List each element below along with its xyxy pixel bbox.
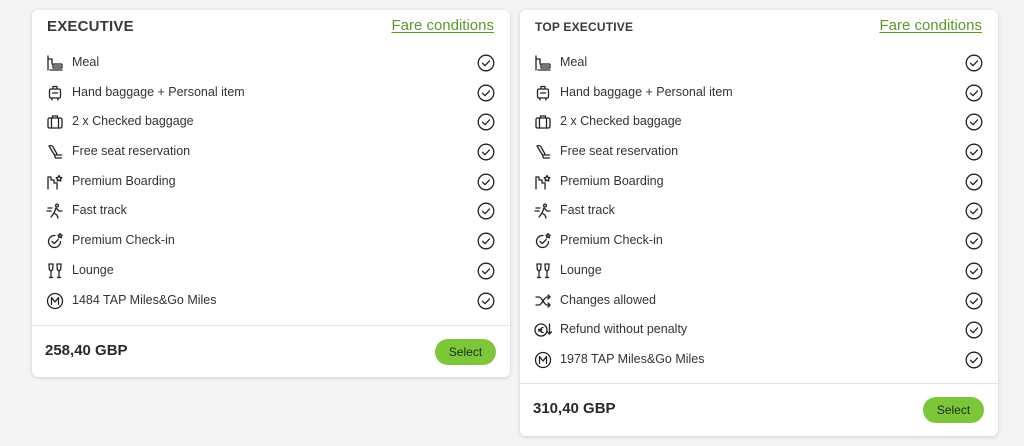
check-icon <box>965 113 983 131</box>
select-button[interactable]: Select <box>435 339 496 365</box>
feature-label: Fast track <box>72 203 127 218</box>
card-footer: 310,40 GBP Select <box>520 383 998 436</box>
feature-label: Changes allowed <box>560 292 656 307</box>
feature-item: Meal <box>32 48 510 78</box>
check-icon <box>477 262 495 280</box>
checked-baggage-icon <box>534 113 552 131</box>
feature-item: 1484 TAP Miles&Go Miles <box>32 286 510 316</box>
card-footer: 258,40 GBP Select <box>32 325 510 377</box>
fare-price: 258,40 GBP <box>45 342 128 359</box>
feature-label: Free seat reservation <box>72 144 191 159</box>
fare-price: 310,40 GBP <box>533 400 616 417</box>
seat-icon <box>534 143 552 161</box>
feature-item: Meal <box>520 48 998 78</box>
fast-track-icon <box>534 202 552 220</box>
feature-item: Lounge <box>520 256 998 286</box>
feature-label: 2 x Checked baggage <box>560 114 682 129</box>
check-icon <box>477 54 495 72</box>
fare-conditions-link[interactable]: Fare conditions <box>879 17 982 34</box>
feature-item: Lounge <box>32 256 510 286</box>
card-header: EXECUTIVE Fare conditions <box>32 10 510 48</box>
feature-item: Free seat reservation <box>32 137 510 167</box>
feature-item: Premium Boarding <box>32 167 510 197</box>
feature-item: Free seat reservation <box>520 137 998 167</box>
refund-icon <box>534 321 552 339</box>
feature-list: Meal Hand baggage + Personal item 2 x Chec… <box>520 48 998 375</box>
feature-label: 2 x Checked baggage <box>72 114 194 129</box>
check-icon <box>477 84 495 102</box>
fare-card-executive: EXECUTIVE Fare conditions Meal Hand bagga… <box>32 10 510 377</box>
premium-boarding-icon <box>46 173 64 191</box>
feature-label: 1484 TAP Miles&Go Miles <box>72 292 217 307</box>
miles-icon <box>46 292 64 310</box>
feature-label: Premium Check-in <box>560 233 663 248</box>
feature-item: Premium Boarding <box>520 167 998 197</box>
meal-icon <box>534 54 552 72</box>
seat-icon <box>46 143 64 161</box>
check-icon <box>477 173 495 191</box>
feature-item: Fast track <box>520 196 998 226</box>
check-icon <box>965 84 983 102</box>
check-icon <box>965 202 983 220</box>
feature-item: Changes allowed <box>520 286 998 316</box>
check-icon <box>965 232 983 250</box>
feature-item: Fast track <box>32 196 510 226</box>
check-icon <box>477 202 495 220</box>
feature-label: Lounge <box>72 262 114 277</box>
fare-title: EXECUTIVE <box>47 18 134 35</box>
check-icon <box>965 143 983 161</box>
feature-label: Meal <box>560 55 588 69</box>
check-icon <box>965 351 983 369</box>
feature-item: Refund without penalty <box>520 315 998 345</box>
feature-label: Premium Check-in <box>72 233 175 248</box>
check-icon <box>965 321 983 339</box>
fast-track-icon <box>46 202 64 220</box>
feature-item: Hand baggage + Personal item <box>32 78 510 108</box>
fare-conditions-link[interactable]: Fare conditions <box>391 17 494 34</box>
feature-label: Fast track <box>560 203 615 218</box>
premium-checkin-icon <box>534 232 552 250</box>
check-icon <box>965 54 983 72</box>
check-icon <box>965 292 983 310</box>
shuffle-icon <box>534 292 552 310</box>
check-icon <box>965 173 983 191</box>
hand-baggage-icon <box>46 84 64 102</box>
feature-label: Refund without penalty <box>560 322 688 337</box>
feature-item: Hand baggage + Personal item <box>520 78 998 108</box>
fare-title: TOP EXECUTIVE <box>535 20 634 34</box>
feature-label: Premium Boarding <box>72 173 176 188</box>
miles-icon <box>534 351 552 369</box>
hand-baggage-icon <box>534 84 552 102</box>
check-icon <box>477 113 495 131</box>
check-icon <box>477 232 495 250</box>
feature-item: 2 x Checked baggage <box>32 107 510 137</box>
lounge-icon <box>534 262 552 280</box>
feature-label: 1978 TAP Miles&Go Miles <box>560 351 705 366</box>
feature-list: Meal Hand baggage + Personal item 2 x Chec… <box>32 48 510 315</box>
premium-boarding-icon <box>534 173 552 191</box>
premium-checkin-icon <box>46 232 64 250</box>
card-header: TOP EXECUTIVE Fare conditions <box>520 10 998 48</box>
feature-item: 1978 TAP Miles&Go Miles <box>520 345 998 375</box>
feature-label: Hand baggage + Personal item <box>72 84 245 99</box>
feature-item: 2 x Checked baggage <box>520 107 998 137</box>
select-button[interactable]: Select <box>923 397 984 423</box>
feature-label: Lounge <box>560 262 602 277</box>
feature-label: Free seat reservation <box>560 144 679 159</box>
checked-baggage-icon <box>46 113 64 131</box>
check-icon <box>965 262 983 280</box>
feature-item: Premium Check-in <box>520 226 998 256</box>
check-icon <box>477 143 495 161</box>
feature-label: Meal <box>72 55 100 69</box>
meal-icon <box>46 54 64 72</box>
check-icon <box>477 292 495 310</box>
fare-card-top-executive: TOP EXECUTIVE Fare conditions Meal Hand b… <box>520 10 998 436</box>
feature-item: Premium Check-in <box>32 226 510 256</box>
feature-label: Hand baggage + Personal item <box>560 84 733 99</box>
lounge-icon <box>46 262 64 280</box>
feature-label: Premium Boarding <box>560 173 664 188</box>
